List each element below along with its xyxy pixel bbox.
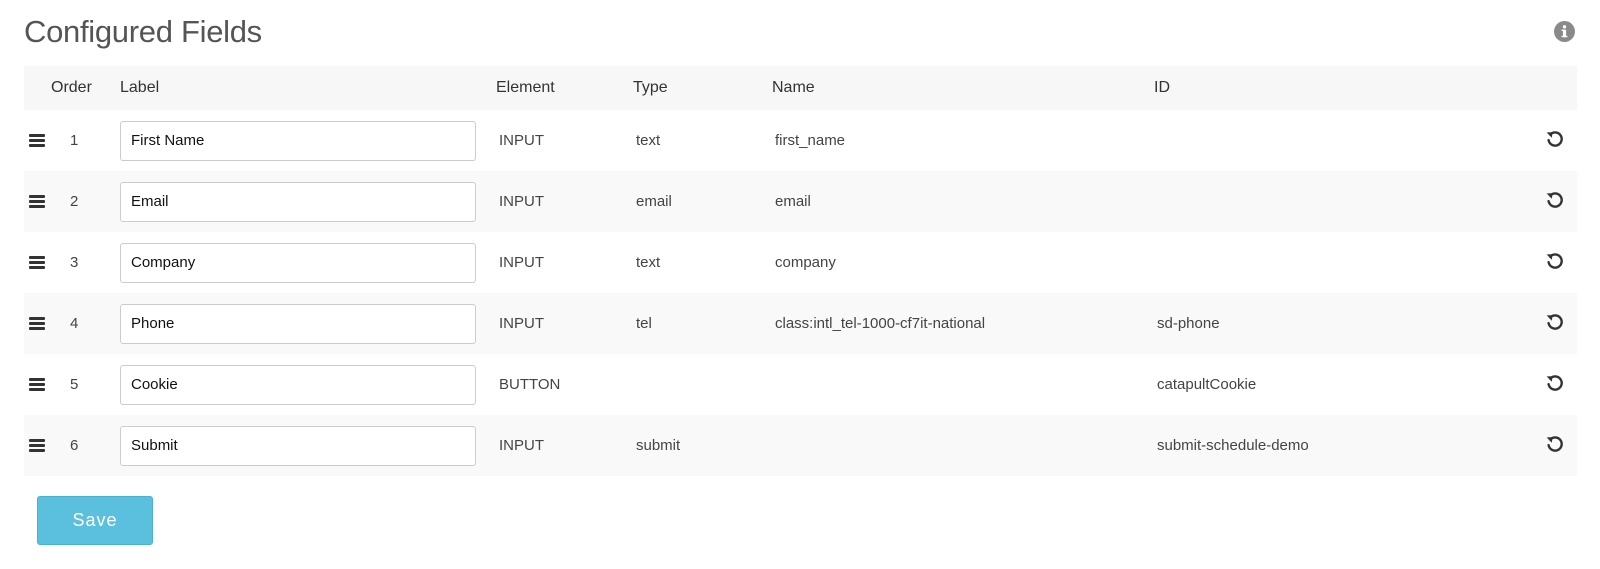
row-order: 6	[70, 437, 79, 454]
row-element: INPUT	[499, 193, 544, 210]
row-type: tel	[636, 315, 652, 332]
table-row: 3 INPUT text company	[24, 232, 1577, 293]
row-element: INPUT	[499, 132, 544, 149]
drag-handle-icon[interactable]	[29, 134, 45, 147]
drag-handle-icon[interactable]	[29, 378, 45, 391]
row-id: submit-schedule-demo	[1157, 437, 1309, 454]
row-action-cell	[1534, 293, 1577, 354]
row-id	[1154, 171, 1534, 232]
row-order: 4	[70, 315, 79, 332]
row-label-cell	[120, 293, 496, 354]
label-input[interactable]	[120, 181, 476, 222]
row-type: email	[636, 193, 672, 210]
row-name: company	[775, 254, 836, 271]
save-button[interactable]: Save	[37, 496, 153, 545]
row-element: INPUT	[499, 254, 544, 271]
drag-handle-cell	[24, 415, 51, 476]
row-label-cell	[120, 415, 496, 476]
column-header-label: Label	[120, 79, 160, 96]
page-title: Configured Fields	[24, 14, 262, 49]
label-input[interactable]	[120, 364, 476, 405]
column-header-name: Name	[772, 79, 815, 96]
row-type	[633, 354, 772, 415]
row-element: INPUT	[499, 315, 544, 332]
row-type: submit	[636, 437, 681, 454]
column-header-type: Type	[633, 79, 668, 96]
drag-handle-cell	[24, 110, 51, 171]
row-action-cell	[1534, 232, 1577, 293]
row-order: 5	[70, 376, 79, 393]
table-row: 2 INPUT email email	[24, 171, 1577, 232]
drag-handle-cell	[24, 354, 51, 415]
row-order: 1	[70, 132, 79, 149]
row-order: 2	[70, 193, 79, 210]
row-id	[1154, 232, 1534, 293]
reset-icon[interactable]	[1545, 190, 1565, 214]
reset-icon[interactable]	[1545, 251, 1565, 275]
configured-fields-table: Order Label Element Type Name ID 1 INPUT…	[24, 66, 1577, 476]
label-input[interactable]	[120, 303, 476, 344]
row-name: class:intl_tel-1000-cf7it-national	[775, 315, 986, 332]
reset-icon[interactable]	[1545, 129, 1565, 153]
row-action-cell	[1534, 110, 1577, 171]
column-header-id: ID	[1154, 79, 1170, 96]
row-name: first_name	[775, 132, 846, 149]
drag-handle-icon[interactable]	[29, 256, 45, 269]
label-input[interactable]	[120, 242, 476, 283]
row-label-cell	[120, 232, 496, 293]
row-id: catapultCookie	[1157, 376, 1257, 393]
row-action-cell	[1534, 415, 1577, 476]
table-row: 5 BUTTON catapultCookie	[24, 354, 1577, 415]
label-input[interactable]	[120, 120, 476, 161]
row-id	[1154, 110, 1534, 171]
row-label-cell	[120, 171, 496, 232]
row-name	[772, 415, 1154, 476]
table-row: 6 INPUT submit submit-schedule-demo	[24, 415, 1577, 476]
drag-handle-cell	[24, 293, 51, 354]
table-header-row: Order Label Element Type Name ID	[24, 66, 1577, 110]
row-type: text	[636, 132, 661, 149]
row-name: email	[775, 193, 811, 210]
row-name	[772, 354, 1154, 415]
reset-icon[interactable]	[1545, 312, 1565, 336]
drag-handle-icon[interactable]	[29, 439, 45, 452]
row-type: text	[636, 254, 661, 271]
table-row: 4 INPUT tel class:intl_tel-1000-cf7it-na…	[24, 293, 1577, 354]
column-header-element: Element	[496, 79, 555, 96]
info-icon[interactable]	[1554, 21, 1575, 42]
reset-icon[interactable]	[1545, 434, 1565, 458]
reset-icon[interactable]	[1545, 373, 1565, 397]
row-label-cell	[120, 110, 496, 171]
drag-handle-icon[interactable]	[29, 195, 45, 208]
table-row: 1 INPUT text first_name	[24, 110, 1577, 171]
row-action-cell	[1534, 354, 1577, 415]
row-id: sd-phone	[1157, 315, 1220, 332]
row-element: BUTTON	[499, 376, 561, 393]
column-header-order: Order	[51, 79, 92, 96]
row-label-cell	[120, 354, 496, 415]
drag-handle-icon[interactable]	[29, 317, 45, 330]
column-header-actions	[1534, 66, 1577, 110]
row-element: INPUT	[499, 437, 544, 454]
drag-handle-cell	[24, 232, 51, 293]
label-input[interactable]	[120, 425, 476, 466]
row-order: 3	[70, 254, 79, 271]
drag-handle-cell	[24, 171, 51, 232]
row-action-cell	[1534, 171, 1577, 232]
